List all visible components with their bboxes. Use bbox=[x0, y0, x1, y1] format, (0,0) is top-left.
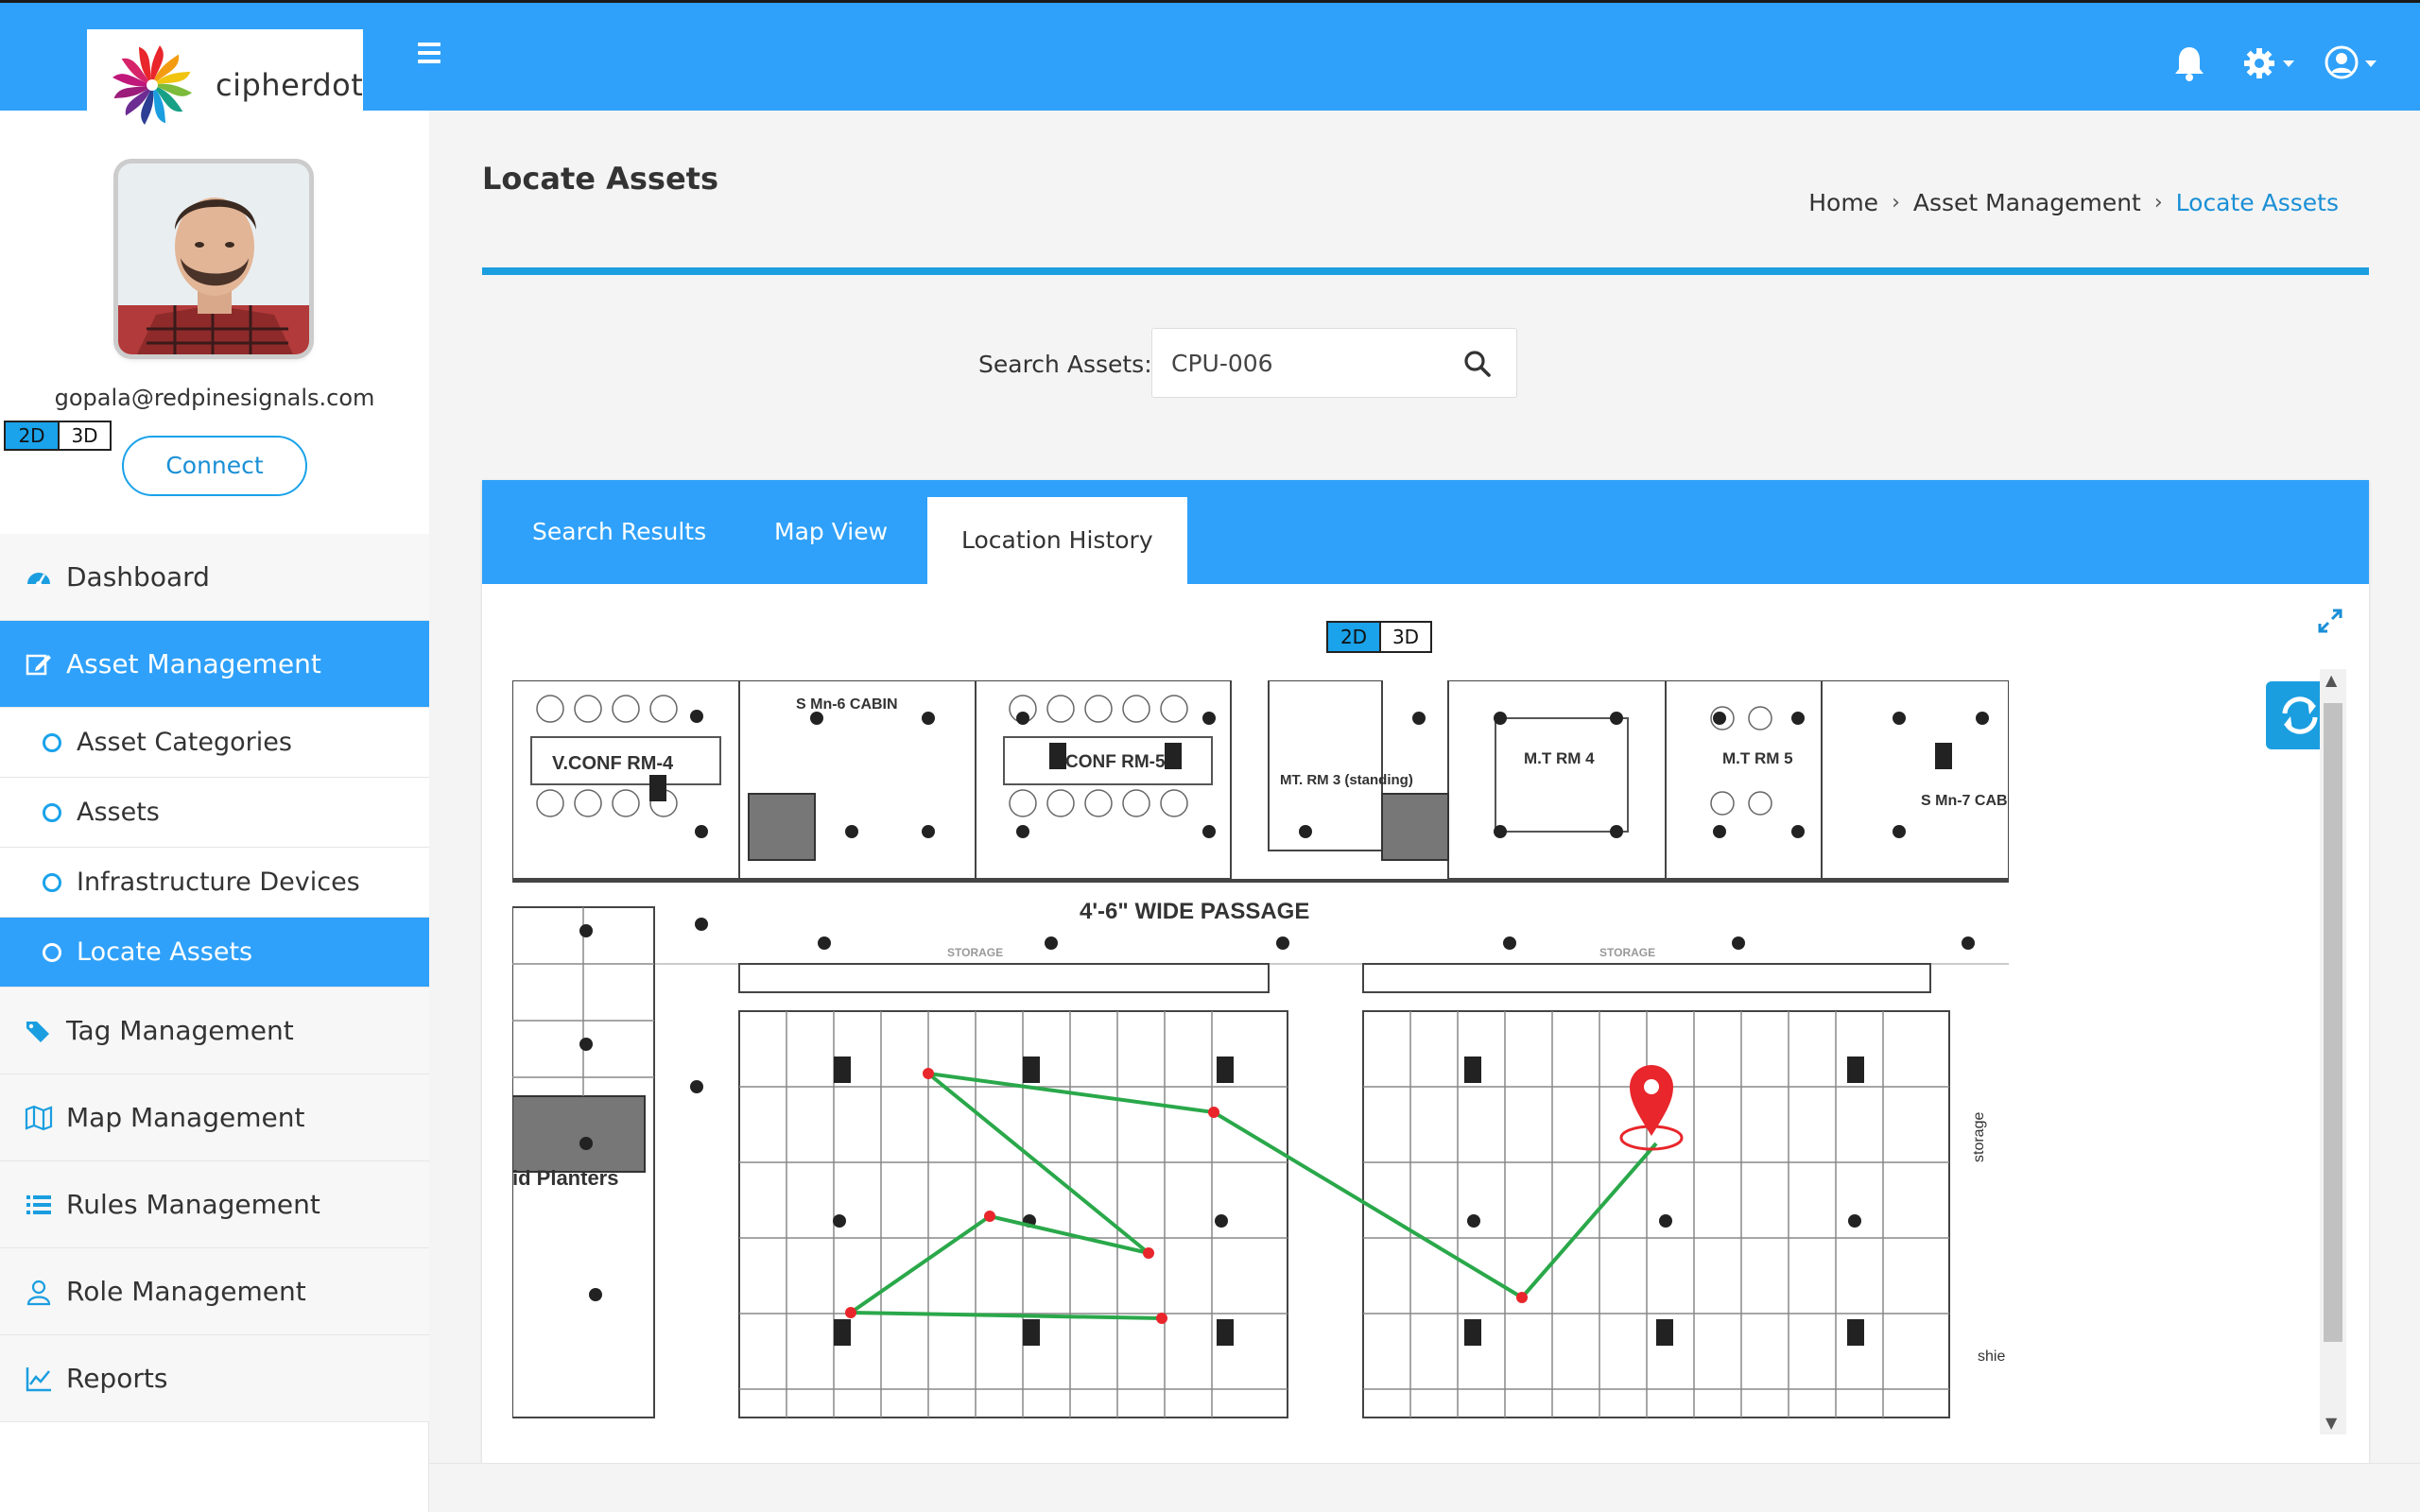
bell-icon[interactable] bbox=[2173, 44, 2205, 82]
footer-strip bbox=[429, 1463, 2420, 1512]
title-divider bbox=[482, 267, 2369, 275]
results-card: Search Results Map View Location History… bbox=[482, 480, 2369, 1463]
map-label: storage bbox=[1971, 1112, 1987, 1162]
location-pin-icon[interactable] bbox=[1619, 1065, 1684, 1151]
sidebar-subitem-infrastructure-devices[interactable]: Infrastructure Devices bbox=[0, 848, 429, 918]
pinwheel-logo-icon bbox=[112, 45, 192, 125]
tags-icon bbox=[26, 1021, 49, 1042]
breadcrumb-home[interactable]: Home bbox=[1808, 189, 1878, 216]
sidebar-menu: Dashboard Asset Management Asset Categor… bbox=[0, 534, 429, 1422]
sidebar-item-label: Rules Management bbox=[66, 1189, 320, 1220]
expand-icon[interactable] bbox=[2316, 607, 2344, 635]
brand-logo[interactable]: cipherdot bbox=[87, 29, 363, 133]
tab-location-history[interactable]: Location History bbox=[927, 497, 1187, 584]
sidebar-item-label: Role Management bbox=[66, 1276, 306, 1307]
profile-view-toggle: 2D 3D bbox=[4, 421, 112, 451]
scrollbar-thumb[interactable] bbox=[2324, 703, 2342, 1342]
breadcrumb-section[interactable]: Asset Management bbox=[1913, 189, 2141, 216]
toggle-3d[interactable]: 3D bbox=[58, 422, 110, 449]
page-title: Locate Assets bbox=[482, 161, 718, 197]
sidebar-item-label: Reports bbox=[66, 1363, 168, 1394]
map-icon bbox=[25, 1105, 53, 1130]
user-circle-icon[interactable] bbox=[2324, 44, 2360, 80]
map-label: M.T RM 4 bbox=[1524, 749, 1595, 767]
user-email: gopala@redpinesignals.com bbox=[54, 385, 375, 411]
sidebar-item-label: Assets bbox=[77, 798, 160, 827]
connect-button[interactable]: Connect bbox=[122, 436, 307, 496]
map-label: 4'-6" WIDE PASSAGE bbox=[1080, 899, 1309, 924]
brand-name: cipherdot bbox=[216, 67, 364, 103]
avatar[interactable] bbox=[118, 163, 309, 354]
scroll-up-icon[interactable]: ▲ bbox=[2325, 671, 2337, 689]
map-label: S Mn-7 CABIN bbox=[1921, 793, 2009, 809]
sidebar-item-label: Locate Assets bbox=[77, 937, 253, 967]
sidebar-item-tag-management[interactable]: Tag Management bbox=[0, 988, 429, 1074]
map-scrollbar[interactable]: ▲ ▼ bbox=[2320, 669, 2346, 1435]
map-label: V.CONF RM-4 bbox=[552, 753, 674, 774]
scroll-down-icon[interactable]: ▼ bbox=[2325, 1414, 2337, 1432]
sidebar-item-reports[interactable]: Reports bbox=[0, 1335, 429, 1422]
sidebar-item-map-management[interactable]: Map Management bbox=[0, 1074, 429, 1161]
line-chart-icon bbox=[26, 1366, 51, 1391]
map-label: CONF RM-5 bbox=[1065, 752, 1166, 772]
sidebar-item-label: Map Management bbox=[66, 1102, 305, 1133]
floor-plan-drawing: 4'-6" WIDE PASSAGE V.CONF RM-4 CONF RM-5… bbox=[512, 680, 2009, 1418]
chevron-right-icon: › bbox=[1892, 191, 1900, 215]
hamburger-icon[interactable] bbox=[418, 43, 444, 63]
sidebar-subitem-asset-categories[interactable]: Asset Categories bbox=[0, 708, 429, 778]
sidebar-item-asset-management[interactable]: Asset Management bbox=[0, 621, 429, 708]
map-label: STORAGE bbox=[1599, 946, 1655, 959]
search-box bbox=[1151, 328, 1517, 398]
sidebar-item-label: Infrastructure Devices bbox=[77, 868, 360, 897]
chevron-down-icon[interactable] bbox=[2364, 60, 2377, 69]
tab-bar: Search Results Map View Location History bbox=[482, 480, 2369, 584]
circle-icon bbox=[43, 872, 61, 892]
map-view-toggle: 2D 3D bbox=[1326, 621, 1432, 653]
map-toggle-2d[interactable]: 2D bbox=[1328, 623, 1379, 651]
sidebar: gopala@redpinesignals.com 2D 3D Connect … bbox=[0, 111, 429, 1512]
map-label: STORAGE bbox=[947, 946, 1003, 959]
search-label: Search Assets: bbox=[978, 351, 1152, 378]
toggle-2d[interactable]: 2D bbox=[6, 422, 58, 449]
search-icon[interactable] bbox=[1463, 350, 1492, 378]
sidebar-item-label: Asset Categories bbox=[77, 728, 292, 757]
location-history-path bbox=[844, 1068, 1658, 1324]
search-input[interactable] bbox=[1171, 346, 1455, 380]
map-toggle-3d[interactable]: 3D bbox=[1379, 623, 1430, 651]
breadcrumb: Home › Asset Management › Locate Assets bbox=[1808, 189, 2339, 216]
list-icon bbox=[26, 1194, 51, 1214]
sidebar-item-label: Asset Management bbox=[66, 648, 321, 679]
circle-icon bbox=[43, 732, 61, 752]
gear-icon[interactable] bbox=[2242, 46, 2276, 80]
user-icon bbox=[26, 1280, 51, 1305]
circle-icon bbox=[43, 942, 61, 962]
tab-map-view[interactable]: Map View bbox=[774, 480, 888, 584]
map-label: S Mn-6 CABIN bbox=[796, 696, 898, 713]
dashboard-icon bbox=[27, 572, 50, 587]
profile-panel: gopala@redpinesignals.com 2D 3D Connect bbox=[0, 111, 429, 534]
chevron-down-icon[interactable] bbox=[2282, 60, 2295, 69]
sidebar-item-dashboard[interactable]: Dashboard bbox=[0, 534, 429, 621]
chevron-right-icon: › bbox=[2153, 191, 2163, 215]
map-label: MT. RM 3 (standing) bbox=[1280, 772, 1413, 788]
sidebar-subitem-locate-assets[interactable]: Locate Assets bbox=[0, 918, 429, 988]
map-label: M.T RM 5 bbox=[1722, 749, 1793, 767]
edit-icon bbox=[26, 654, 51, 675]
circle-icon bbox=[43, 802, 61, 822]
breadcrumb-current: Locate Assets bbox=[2175, 189, 2339, 216]
floor-map[interactable]: 4'-6" WIDE PASSAGE V.CONF RM-4 CONF RM-5… bbox=[512, 680, 2009, 1448]
sidebar-item-label: Tag Management bbox=[66, 1015, 294, 1046]
sidebar-subitem-assets[interactable]: Assets bbox=[0, 778, 429, 848]
sidebar-item-label: Dashboard bbox=[66, 561, 210, 593]
map-label: shie bbox=[1978, 1349, 2005, 1365]
sidebar-item-rules-management[interactable]: Rules Management bbox=[0, 1161, 429, 1248]
map-label: id Planters bbox=[512, 1166, 618, 1190]
tab-search-results[interactable]: Search Results bbox=[532, 480, 706, 584]
sidebar-item-role-management[interactable]: Role Management bbox=[0, 1248, 429, 1335]
